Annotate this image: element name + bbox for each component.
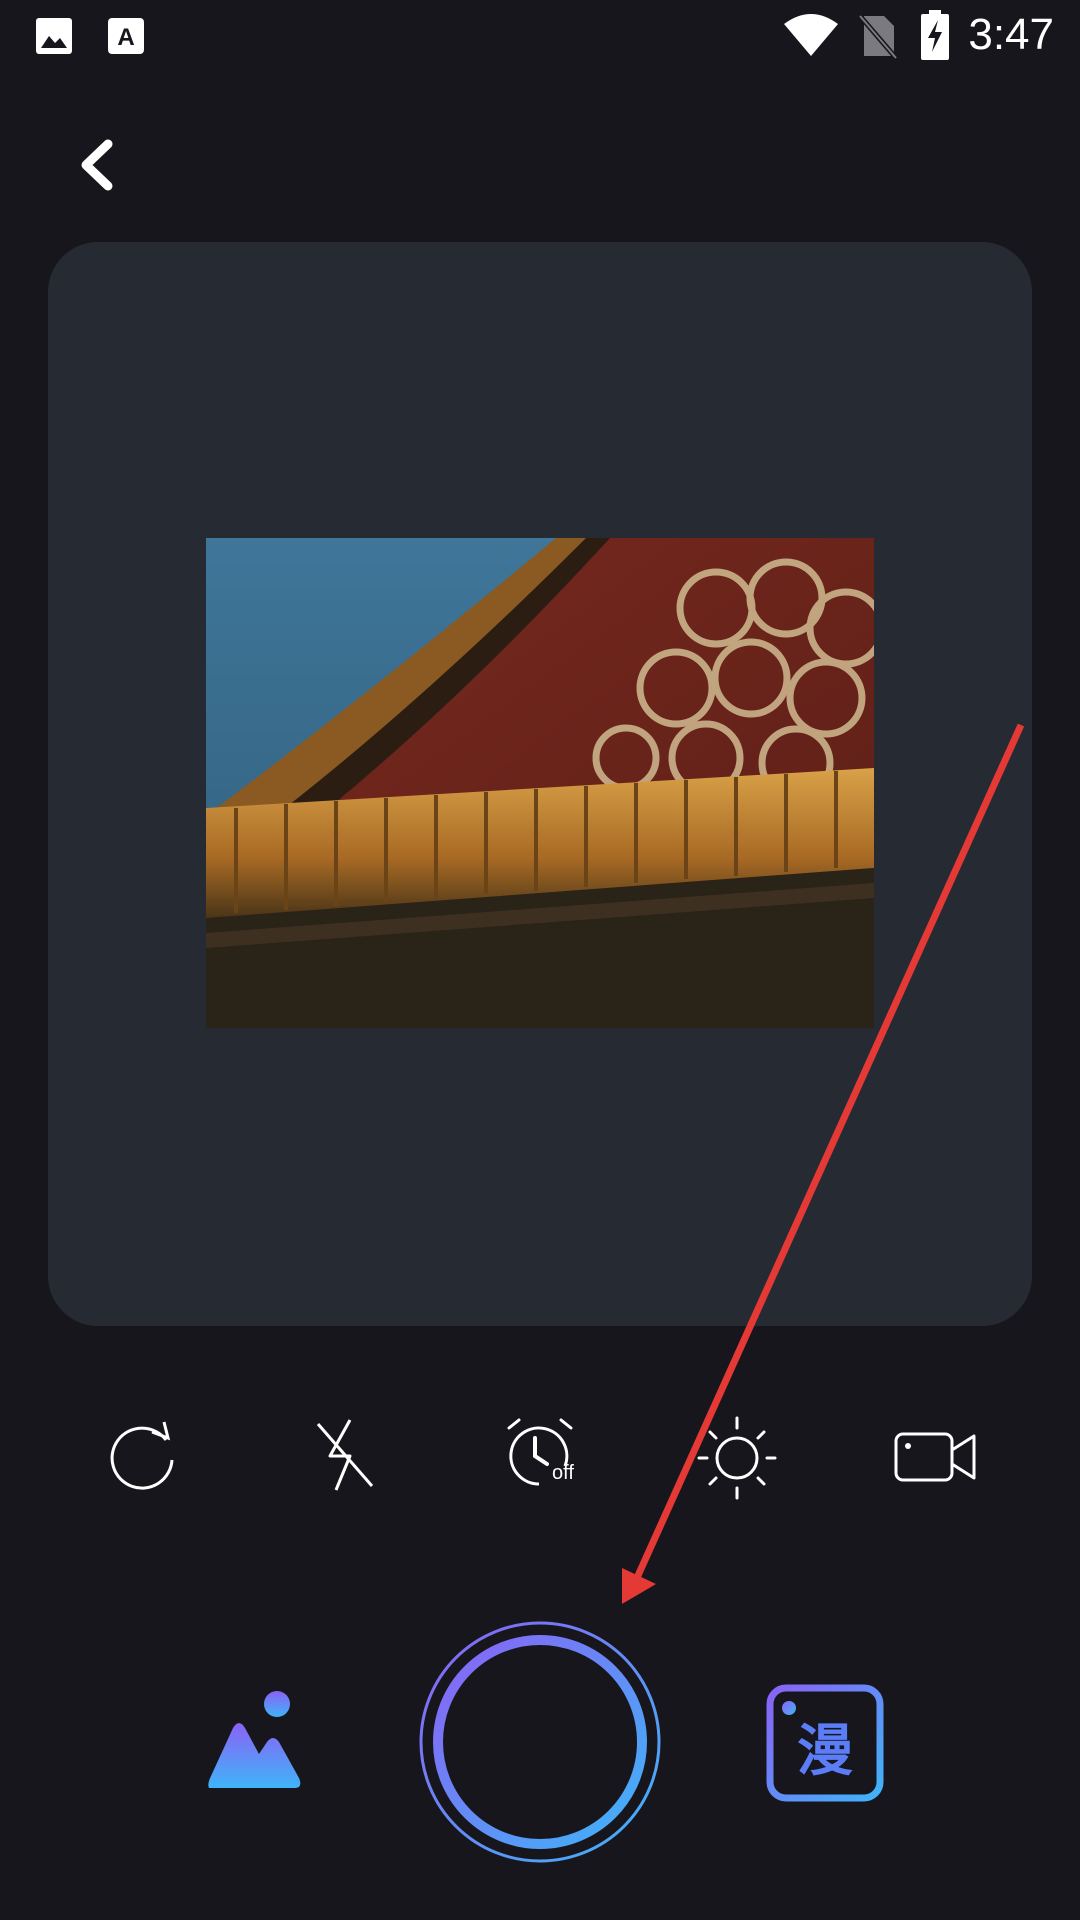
- brightness-button[interactable]: [692, 1410, 782, 1500]
- status-bar: A 3:47: [0, 0, 1080, 72]
- gallery-button[interactable]: [205, 1688, 305, 1798]
- timer-button[interactable]: [495, 1410, 585, 1500]
- video-camera-icon: [894, 1432, 976, 1482]
- font-app-notification-icon: A: [108, 18, 144, 54]
- gallery-icon: [208, 1691, 301, 1788]
- video-mode-button[interactable]: [892, 1410, 982, 1500]
- no-sim-icon: [858, 14, 898, 60]
- timer-icon: [507, 1418, 573, 1486]
- comic-mode-label: 漫: [797, 1719, 853, 1784]
- flash-button[interactable]: [300, 1410, 390, 1500]
- shutter-ring-icon: [419, 1621, 661, 1863]
- rotate-button[interactable]: [100, 1410, 190, 1500]
- svg-text:A: A: [117, 24, 134, 51]
- rotate-icon: [110, 1421, 174, 1490]
- comic-mode-button[interactable]: 漫: [766, 1684, 884, 1802]
- palace-roof-photo: [206, 538, 874, 1028]
- chevron-left-icon: [81, 139, 113, 191]
- brightness-icon: [697, 1416, 777, 1500]
- back-button[interactable]: [68, 130, 128, 200]
- timer-off-label: off: [552, 1462, 574, 1484]
- status-time: 3:47: [968, 10, 1054, 59]
- flash-off-icon: [316, 1419, 374, 1491]
- wifi-icon: [784, 14, 838, 56]
- battery-charging-icon: [921, 10, 949, 60]
- shutter-button[interactable]: [418, 1620, 662, 1864]
- image-notification-icon: [36, 18, 72, 54]
